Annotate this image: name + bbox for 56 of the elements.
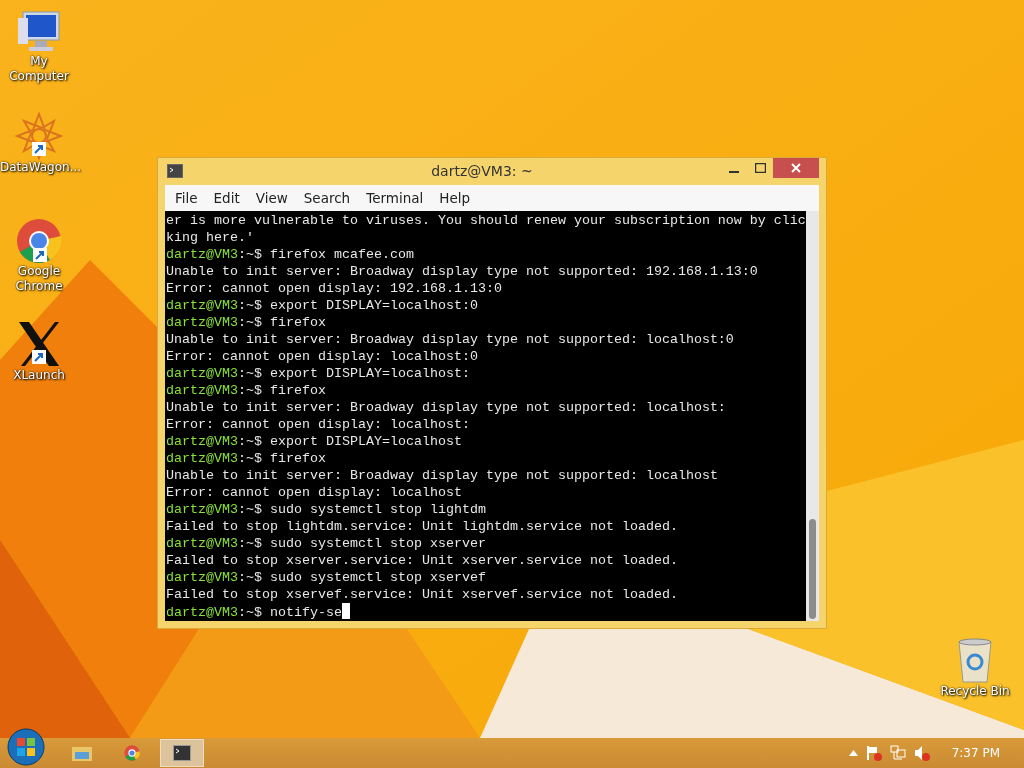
terminal-line: Error: cannot open display: localhost:0: [166, 348, 479, 365]
terminal-line: dartz@VM3:~$ firefox mcafee.com: [166, 246, 415, 263]
terminal-line: dartz@VM3:~$ firefox: [166, 314, 327, 331]
close-icon: [791, 163, 801, 173]
minimize-icon: [729, 170, 739, 173]
start-button[interactable]: [6, 728, 46, 768]
close-button[interactable]: [773, 158, 819, 178]
terminal-line: Error: cannot open display: localhost: [166, 484, 463, 501]
recycle-bin-icon[interactable]: [955, 638, 995, 684]
menu-item[interactable]: Help: [431, 190, 479, 206]
terminal-icon: [173, 745, 191, 761]
folder-icon: [72, 745, 92, 761]
terminal-line: king here.': [166, 229, 255, 246]
shortcut-arrow-icon: [32, 350, 46, 364]
terminal-line: dartz@VM3:~$ notify-se: [166, 603, 806, 621]
terminal-line: Unable to init server: Broadway display type not supported: localhost:: [166, 399, 727, 416]
shortcut-arrow-icon: [33, 248, 47, 262]
computer-icon[interactable]: [15, 10, 63, 54]
icon-label: My Computer: [8, 54, 70, 84]
menu-item[interactable]: Terminal: [358, 190, 432, 206]
terminal-line: Error: cannot open display: localhost:: [166, 416, 471, 433]
shortcut-arrow-icon: [32, 142, 46, 156]
show-hidden-icons-icon[interactable]: [848, 750, 858, 756]
terminal-line: Failed to stop xserver.service: Unit xserver.service not loaded.: [166, 552, 679, 569]
terminal-line: Unable to init server: Broadway display type not supported: localhost: [166, 467, 719, 484]
terminal-line: dartz@VM3:~$ firefox: [166, 450, 327, 467]
taskbar-button[interactable]: [160, 739, 204, 767]
maximize-icon: [754, 163, 766, 173]
scrollbar[interactable]: [805, 211, 819, 621]
terminal-line: dartz@VM3:~$ sudo systemctl stop xserver: [166, 535, 487, 552]
terminal-line: dartz@VM3:~$ sudo systemctl stop xservef: [166, 569, 487, 586]
terminal-line: Error: cannot open display: 192.168.1.13:0: [166, 280, 503, 297]
icon-label: XLaunch: [12, 368, 66, 383]
terminal-line: dartz@VM3:~$ export DISPLAY=localhost: [166, 433, 463, 450]
speaker-muted-icon[interactable]: [913, 745, 930, 761]
chrome-icon: [124, 745, 140, 761]
terminal-line: dartz@VM3:~$ sudo systemctl stop lightdm: [166, 501, 487, 518]
window-title: dartz@VM3: ~: [430, 163, 534, 180]
terminal-line: Unable to init server: Broadway display type not supported: 192.168.1.13:0: [166, 263, 759, 280]
flag-error-icon[interactable]: [865, 745, 882, 761]
terminal-line: dartz@VM3:~$ export DISPLAY=localhost:0: [166, 297, 479, 314]
icon-label: Google Chrome: [14, 264, 64, 294]
terminal-line: Unable to init server: Broadway display type not supported: localhost:0: [166, 331, 735, 348]
terminal-line: dartz@VM3:~$ firefox: [166, 382, 327, 399]
terminal-line: dartz@VM3:~$ export DISPLAY=localhost:: [166, 365, 471, 382]
terminal-line: Failed to stop lightdm.service: Unit lightdm.service not loaded.: [166, 518, 679, 535]
icon-label: DataWagon...: [0, 160, 78, 175]
menu-item[interactable]: Search: [295, 190, 359, 206]
icon-label: Recycle Bin: [939, 684, 1011, 699]
menu-item[interactable]: View: [247, 190, 296, 206]
terminal-icon: [167, 164, 183, 179]
terminal-line: er is more vulnerable to viruses. You should renew your subscription now by clic: [166, 212, 806, 229]
star-pattern-icon[interactable]: [15, 112, 63, 160]
menu-item[interactable]: Edit: [205, 190, 248, 206]
menu-item[interactable]: File: [167, 190, 206, 206]
terminal-line: Failed to stop xservef.service: Unit xservef.service not loaded.: [166, 586, 679, 603]
